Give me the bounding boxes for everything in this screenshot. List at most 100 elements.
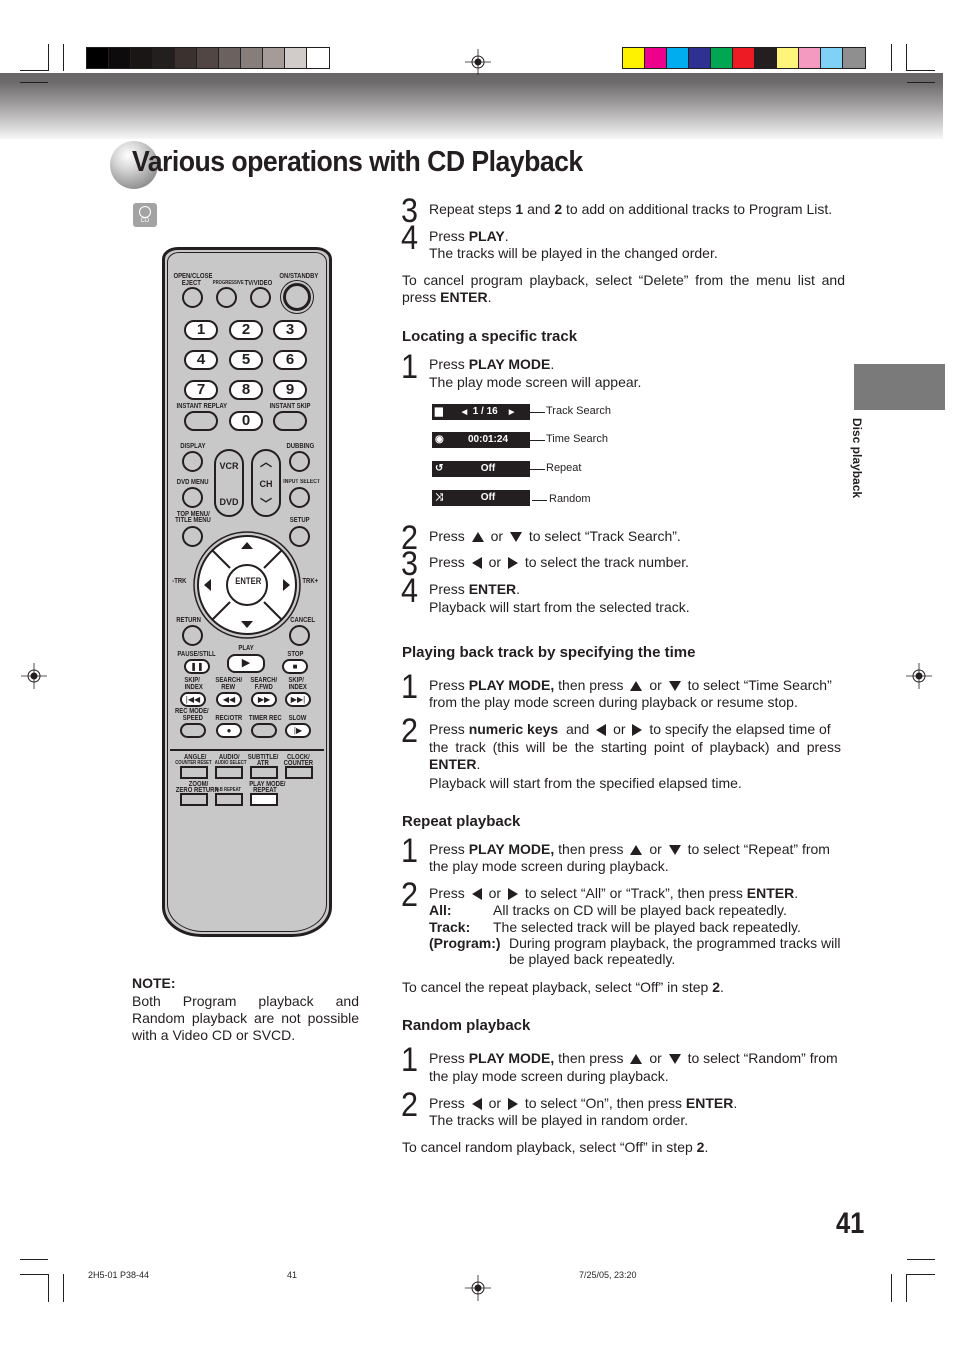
- section-heading-time: Playing back track by specifying the tim…: [402, 644, 696, 661]
- step-detail: Playback will start from the specified e…: [429, 775, 742, 791]
- section-heading-random: Random playback: [402, 1017, 531, 1034]
- folder-icon: ▆: [435, 406, 443, 417]
- cancel-label: CANCEL: [290, 617, 315, 624]
- trk-plus-label: TRK+: [302, 578, 319, 585]
- crop-mark: [63, 44, 64, 71]
- instant-skip-button: [273, 411, 307, 431]
- num-2-button: 2: [229, 320, 263, 340]
- cd-badge: CD: [133, 203, 157, 227]
- left-arrow-icon: ◀: [461, 409, 468, 416]
- step-detail: the play mode screen during playback.: [429, 858, 669, 874]
- vcr-label: VCR: [219, 461, 239, 471]
- trk-minus-label: -TRK: [172, 578, 187, 585]
- color-swatch: [623, 48, 645, 68]
- skip-index-right-label-2: INDEX: [288, 684, 307, 691]
- play-mode-button-highlighted: [250, 793, 278, 806]
- color-swatch: [263, 48, 285, 68]
- down-arrow-icon: [509, 532, 522, 543]
- color-swatch: [197, 48, 219, 68]
- slow-label: SLOW: [288, 715, 307, 722]
- slow-button: |▶: [285, 723, 311, 738]
- registration-mark-icon: [465, 49, 491, 75]
- progressive-button: [216, 287, 237, 308]
- rec-button: ●: [216, 723, 242, 738]
- crop-mark: [20, 82, 48, 83]
- step-detail: the track (this will be the starting poi…: [429, 739, 841, 755]
- open-close-button: [182, 287, 203, 308]
- crop-mark: [48, 44, 49, 71]
- step-text: Press or to select “All” or “Track”, the…: [429, 885, 799, 901]
- cd-badge-label: CD: [140, 218, 150, 224]
- remote-control-illustration: OPEN/CLOSE EJECT PROGRESSIVE TV/VIDEO ON…: [162, 247, 332, 937]
- color-swatch: [241, 48, 263, 68]
- skip-forward-button: ▶▶|: [285, 692, 311, 707]
- crop-mark: [48, 1274, 49, 1302]
- crop-mark: [20, 70, 48, 71]
- search-rew-label-2: REW: [221, 684, 236, 691]
- callout-line: [530, 412, 545, 413]
- clock-icon: ◉: [435, 434, 444, 445]
- crop-mark: [907, 1259, 935, 1260]
- header-gradient-band: [0, 73, 943, 139]
- color-swatch: [131, 48, 153, 68]
- step-text: Press PLAY MODE, then press or to select…: [429, 677, 832, 693]
- vcr-dvd-rocker: VCR DVD: [214, 449, 244, 517]
- random-icon: ⤨: [435, 492, 443, 503]
- step-text: Press PLAY MODE, then press or to select…: [429, 841, 830, 857]
- num-1-button: 1: [184, 320, 218, 340]
- play-label: PLAY: [238, 645, 254, 652]
- step-text: Press or to select the track number.: [429, 554, 690, 570]
- input-select-label: INPUT SELECT: [283, 479, 321, 485]
- crop-mark: [891, 1274, 892, 1302]
- color-swatch: [109, 48, 131, 68]
- section-heading-repeat: Repeat playback: [402, 813, 521, 830]
- color-swatch: [153, 48, 175, 68]
- program-cancel-note: To cancel program playback, select “Dele…: [402, 272, 845, 305]
- ch-up-icon: ︿: [259, 455, 272, 469]
- ab-repeat-button: [215, 793, 243, 806]
- power-button: [283, 283, 311, 311]
- footer-file-id: 2H5-01 P38-44: [88, 1270, 150, 1280]
- color-swatch: [645, 48, 667, 68]
- subtitle-button: [250, 766, 278, 779]
- timer-rec-label: TIMER REC: [248, 715, 282, 722]
- random-value: Off: [480, 492, 496, 503]
- step-number: 2: [401, 1086, 419, 1124]
- skip-index-left-label-2: INDEX: [184, 684, 203, 691]
- section-heading-locate: Locating a specific track: [402, 328, 578, 345]
- osd-label: Random: [549, 493, 591, 505]
- skip-index-left-label: SKIP/: [184, 677, 200, 684]
- registration-mark-icon: [21, 663, 47, 689]
- dubbing-button: [289, 451, 310, 472]
- repeat-value: Off: [480, 463, 496, 474]
- up-arrow-icon: [630, 1054, 643, 1065]
- rec-mode-label: REC MODE/: [174, 708, 209, 715]
- search-rew-label: SEARCH/: [215, 677, 243, 684]
- color-swatch: [175, 48, 197, 68]
- enter-label: ENTER: [235, 576, 262, 586]
- definition-desc: be played back repeatedly.: [509, 951, 676, 967]
- crop-mark: [891, 44, 892, 71]
- definition-desc: During program playback, the programmed …: [509, 935, 841, 951]
- grayscale-color-bar: [86, 47, 330, 69]
- up-arrow-icon: [630, 681, 643, 692]
- process-color-bar: [622, 47, 866, 69]
- color-swatch: [307, 48, 329, 68]
- crop-mark: [63, 1274, 64, 1302]
- osd-random: ⤨ Off: [432, 490, 530, 506]
- left-arrow-icon: [471, 888, 482, 901]
- num-6-button: 6: [273, 350, 307, 370]
- skip-index-right-label: SKIP/: [288, 677, 304, 684]
- color-swatch: [777, 48, 799, 68]
- num-0-button: 0: [229, 411, 263, 431]
- setup-label: SETUP: [289, 517, 310, 524]
- step-detail: Playback will start from the selected tr…: [429, 599, 690, 615]
- channel-rocker: ︿ CH ﹀: [251, 449, 281, 517]
- left-arrow-icon: [471, 557, 482, 570]
- color-swatch: [689, 48, 711, 68]
- dvd-menu-button: [182, 487, 203, 508]
- step-text: Press PLAY.: [429, 228, 509, 244]
- eject-label: EJECT: [181, 280, 201, 287]
- repeat-icon: ↺: [435, 463, 444, 474]
- down-arrow-icon: [668, 845, 681, 856]
